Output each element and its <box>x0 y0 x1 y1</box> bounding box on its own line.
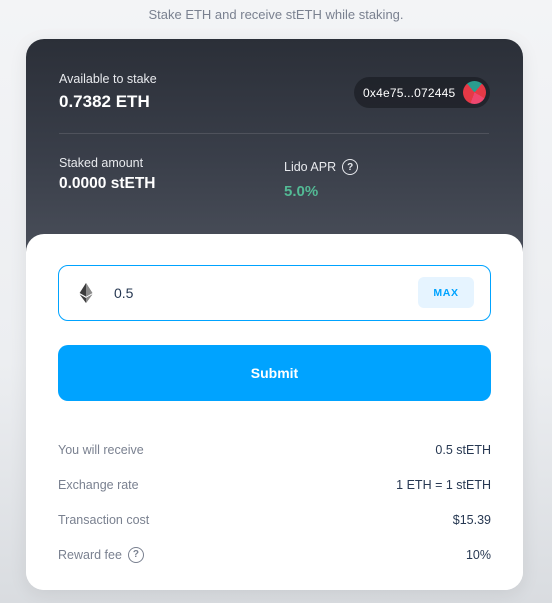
available-label: Available to stake <box>59 72 157 86</box>
detail-row: You will receive 0.5 stETH <box>58 432 491 467</box>
detail-label: You will receive <box>58 442 144 457</box>
detail-value: 0.5 stETH <box>435 442 491 457</box>
staked-value: 0.0000 stETH <box>59 175 156 192</box>
details-list: You will receive 0.5 stETH Exchange rate… <box>58 432 491 572</box>
detail-value: 1 ETH = 1 stETH <box>396 477 491 492</box>
reward-fee-help-icon[interactable]: ? <box>127 546 144 563</box>
stake-form: MAX Submit You will receive 0.5 stETH Ex… <box>26 234 523 590</box>
apr-value: 5.0% <box>284 183 319 200</box>
detail-row: Exchange rate 1 ETH = 1 stETH <box>58 467 491 502</box>
wallet-panel: Available to stake 0.7382 ETH 0x4e75...0… <box>26 39 523 259</box>
stake-card: Available to stake 0.7382 ETH 0x4e75...0… <box>26 39 523 590</box>
detail-value: $15.39 <box>452 512 491 527</box>
detail-label: Exchange rate <box>58 477 139 492</box>
panel-divider <box>59 133 489 134</box>
detail-row: Reward fee ? 10% <box>58 537 491 572</box>
max-button[interactable]: MAX <box>418 277 474 308</box>
detail-label: Reward fee <box>58 547 122 562</box>
staked-label: Staked amount <box>59 156 144 170</box>
submit-button[interactable]: Submit <box>58 345 491 401</box>
apr-label-group: Lido APR ? <box>284 159 359 175</box>
amount-input[interactable] <box>114 280 414 306</box>
eth-icon <box>79 283 93 303</box>
page-subtitle: Stake ETH and receive stETH while stakin… <box>148 7 404 22</box>
apr-label: Lido APR <box>284 160 337 174</box>
amount-field[interactable]: MAX <box>58 265 491 321</box>
wallet-avatar-icon <box>463 81 486 104</box>
wallet-address: 0x4e75...072445 <box>363 85 456 100</box>
apr-help-icon[interactable]: ? <box>342 159 359 175</box>
reward-fee-label-group: Reward fee ? <box>58 546 144 563</box>
detail-label: Transaction cost <box>58 512 150 527</box>
detail-row: Transaction cost $15.39 <box>58 502 491 537</box>
detail-value: 10% <box>465 547 491 562</box>
available-value: 0.7382 ETH <box>59 92 150 111</box>
wallet-button[interactable]: 0x4e75...072445 <box>354 77 490 108</box>
